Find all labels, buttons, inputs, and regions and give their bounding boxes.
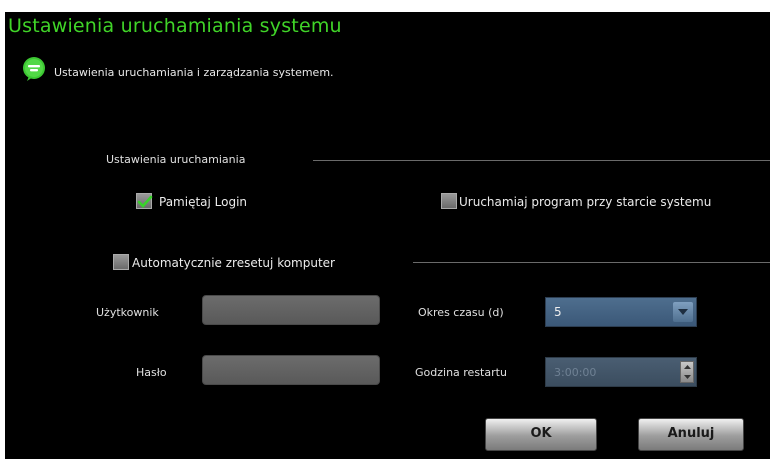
auto-restart-divider: [413, 262, 770, 263]
user-input[interactable]: [202, 295, 380, 325]
checkmark-icon: [137, 195, 153, 208]
window-root: Ustawienia uruchamiania systemu Ustawien…: [0, 0, 770, 459]
period-select[interactable]: 5: [545, 297, 697, 327]
spinner-down-icon[interactable]: [681, 372, 693, 382]
spinner-up-icon[interactable]: [681, 362, 693, 372]
page-title: Ustawienia uruchamiania systemu: [8, 15, 342, 37]
remember-login-checkbox[interactable]: [136, 193, 153, 209]
time-spinner[interactable]: [680, 361, 694, 383]
restart-time-label: Godzina restartu: [415, 366, 507, 379]
chat-bubble-icon: [21, 56, 47, 82]
period-value: 5: [554, 305, 562, 319]
chevron-down-icon[interactable]: [673, 302, 693, 322]
auto-restart-checkbox[interactable]: [113, 254, 129, 270]
run-at-startup-checkbox[interactable]: [441, 193, 457, 209]
run-at-startup-label: Uruchamiaj program przy starcie systemu: [459, 195, 712, 209]
auto-restart-label: Automatycznie zresetuj komputer: [132, 256, 335, 270]
restart-time-value: 3:00:00: [554, 366, 597, 379]
period-label: Okres czasu (d): [418, 306, 504, 319]
password-label: Hasło: [136, 366, 167, 379]
password-input[interactable]: [202, 355, 380, 385]
section-divider: [313, 160, 770, 161]
cancel-button[interactable]: Anuluj: [638, 418, 744, 451]
remember-login-label: Pamiętaj Login: [159, 195, 248, 209]
restart-time-input[interactable]: 3:00:00: [545, 357, 697, 387]
user-label: Użytkownik: [96, 306, 159, 319]
ok-button[interactable]: OK: [485, 418, 597, 451]
startup-section-label: Ustawienia uruchamiania: [106, 153, 246, 166]
page-subtitle: Ustawienia uruchamiania i zarządzania sy…: [54, 66, 334, 79]
settings-panel: Ustawienia uruchamiania systemu Ustawien…: [5, 12, 770, 459]
